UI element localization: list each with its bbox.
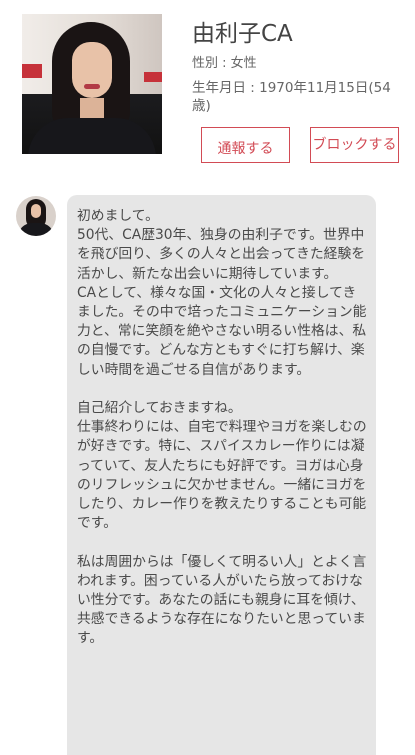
profile-gender: 性別 : 女性: [192, 56, 257, 71]
block-button[interactable]: ブロックする: [310, 127, 399, 163]
photo-body: [28, 118, 156, 154]
photo-sign: [22, 64, 42, 78]
profile-name: 由利子CA: [192, 21, 293, 47]
photo-sign: [144, 72, 162, 82]
avatar-face: [31, 204, 41, 218]
photo-face: [72, 42, 112, 98]
profile-birthdate: 生年月日 : 1970年11月15日(54歳): [192, 80, 391, 114]
photo-lips: [84, 84, 100, 89]
message-text: 初めまして。 50代、CA歴30年、独身の由利子です。世界中を飛び回り、多くの人…: [77, 208, 367, 647]
sender-avatar[interactable]: [16, 196, 56, 236]
report-button[interactable]: 通報する: [201, 127, 290, 163]
avatar-body: [18, 223, 54, 236]
message-bubble: 初めまして。 50代、CA歴30年、独身の由利子です。世界中を飛び回り、多くの人…: [67, 195, 376, 755]
profile-photo: [22, 14, 162, 154]
